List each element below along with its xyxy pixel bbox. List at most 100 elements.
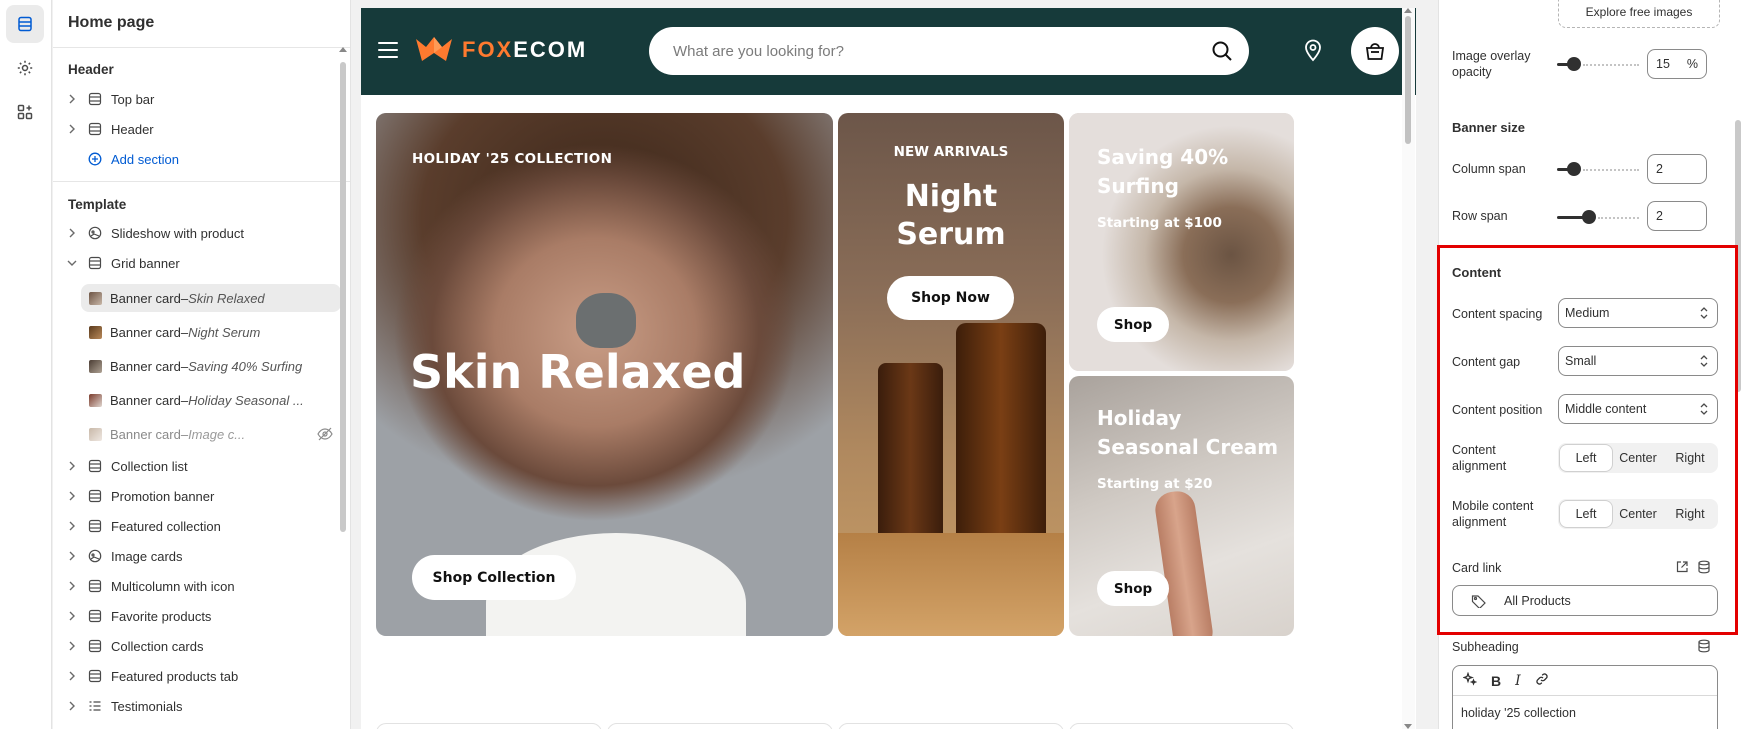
- chevron-right-icon[interactable]: [65, 459, 79, 473]
- banner-card-holiday-cream[interactable]: Holiday Seasonal Cream Starting at $20 S…: [1069, 376, 1294, 636]
- sidebar-item-collection-list[interactable]: Collection list: [65, 452, 330, 480]
- sidebar-item-featured-products-tab[interactable]: Featured products tab: [65, 662, 330, 690]
- align-right-option[interactable]: Right: [1664, 501, 1716, 527]
- shop-button[interactable]: Shop: [1097, 307, 1169, 342]
- sidebar-item-collection-cards[interactable]: Collection cards: [65, 632, 330, 660]
- preview-scroll-thumb[interactable]: [1405, 16, 1411, 144]
- sidebar-item-favorite-products[interactable]: Favorite products: [65, 602, 330, 630]
- chevron-right-icon[interactable]: [65, 579, 79, 593]
- dynamic-source-icon[interactable]: [1697, 560, 1711, 577]
- settings-panel: Explore free images Image overlay opacit…: [1438, 0, 1743, 729]
- align-left-option[interactable]: Left: [1560, 445, 1612, 471]
- sidebar-scrollbar[interactable]: [336, 47, 350, 727]
- store-logo[interactable]: FOXECOM: [414, 35, 587, 65]
- overlay-label: Image overlay opacity: [1452, 48, 1531, 80]
- scroll-up-arrow[interactable]: [1404, 8, 1412, 13]
- chevron-right-icon[interactable]: [65, 226, 79, 240]
- card-title-line-1: Night: [904, 179, 998, 214]
- overlay-opacity-input[interactable]: 15 %: [1647, 49, 1707, 79]
- shop-collection-button[interactable]: Shop Collection: [412, 555, 576, 600]
- apps-icon[interactable]: [6, 93, 44, 131]
- content-gap-select[interactable]: Small: [1558, 346, 1718, 376]
- chevron-right-icon[interactable]: [65, 699, 79, 713]
- content-alignment-toggle[interactable]: Left Center Right: [1558, 443, 1718, 473]
- slider-knob[interactable]: [1582, 210, 1596, 224]
- menu-icon[interactable]: [378, 42, 398, 58]
- sidebar-item-top-bar[interactable]: Top bar: [65, 85, 330, 113]
- align-center-option[interactable]: Center: [1612, 501, 1664, 527]
- slider-knob[interactable]: [1567, 57, 1581, 71]
- content-position-select[interactable]: Middle content: [1558, 394, 1718, 424]
- chevron-right-icon[interactable]: [65, 92, 79, 106]
- row-span-slider[interactable]: [1557, 210, 1639, 224]
- shop-now-button[interactable]: Shop Now: [887, 276, 1014, 320]
- slider-knob[interactable]: [1567, 162, 1581, 176]
- sidebar-item-banner-saving-surfing[interactable]: Banner card – Saving 40% Surfing: [81, 352, 341, 380]
- sidebar-item-label: Grid banner: [111, 255, 180, 271]
- sidebar-item-header[interactable]: Header: [65, 115, 330, 143]
- chevron-right-icon[interactable]: [65, 549, 79, 563]
- link-icon[interactable]: [1535, 672, 1549, 689]
- sidebar-item-grid-banner[interactable]: Grid banner: [65, 249, 330, 277]
- sidebar-item-promotion-banner[interactable]: Promotion banner: [65, 482, 330, 510]
- column-span-slider[interactable]: [1557, 162, 1639, 176]
- add-section-button[interactable]: Add section: [65, 145, 330, 173]
- card-title-line-2: Seasonal Cream: [1097, 435, 1279, 459]
- overlay-opacity-slider[interactable]: [1557, 57, 1639, 71]
- editor-content[interactable]: holiday '25 collection: [1453, 696, 1717, 729]
- shop-button[interactable]: Shop: [1097, 571, 1169, 606]
- align-right-option[interactable]: Right: [1664, 445, 1716, 471]
- sidebar-scroll-thumb[interactable]: [340, 62, 346, 532]
- cart-button[interactable]: [1351, 27, 1399, 75]
- sidebar-item-banner-image-card[interactable]: Banner card – Image c...: [81, 420, 341, 448]
- content-spacing-select[interactable]: Medium: [1558, 298, 1718, 328]
- sidebar-item-multicolumn[interactable]: Multicolumn with icon: [65, 572, 330, 600]
- subheading-editor[interactable]: B I holiday '25 collection: [1452, 665, 1718, 729]
- sidebar-item-banner-skin-relaxed[interactable]: Banner card – Skin Relaxed: [81, 284, 341, 312]
- slider-track: [1583, 169, 1639, 171]
- preview-scrollbar[interactable]: [1402, 8, 1415, 729]
- sidebar-item-featured-collection[interactable]: Featured collection: [65, 512, 330, 540]
- scroll-up-arrow[interactable]: [339, 47, 347, 52]
- settings-scroll-thumb[interactable]: [1735, 120, 1741, 392]
- sidebar-item-name: Night Serum: [188, 324, 261, 340]
- next-row-card: [376, 723, 602, 729]
- chevron-down-icon[interactable]: [65, 256, 79, 270]
- section-sidebar: Home page Header Top bar Header Add sect…: [53, 0, 351, 729]
- card-subtitle: Starting at $100: [1097, 215, 1222, 231]
- italic-icon[interactable]: I: [1515, 673, 1521, 689]
- eye-hidden-icon[interactable]: [317, 427, 333, 444]
- column-span-input[interactable]: 2: [1647, 154, 1707, 184]
- explore-free-images-button[interactable]: Explore free images: [1558, 0, 1720, 28]
- chevron-right-icon[interactable]: [65, 489, 79, 503]
- chevron-right-icon[interactable]: [65, 122, 79, 136]
- banner-card-night-serum[interactable]: NEW ARRIVALS Night Serum Shop Now: [838, 113, 1064, 636]
- search-icon[interactable]: [1211, 40, 1233, 65]
- location-pin-icon[interactable]: [1303, 38, 1323, 65]
- scroll-down-arrow[interactable]: [1404, 724, 1412, 729]
- card-link-input[interactable]: All Products: [1452, 585, 1718, 616]
- sidebar-item-slideshow[interactable]: Slideshow with product: [65, 219, 330, 247]
- chevron-right-icon[interactable]: [65, 519, 79, 533]
- sidebar-item-image-cards[interactable]: Image cards: [65, 542, 330, 570]
- search-input[interactable]: What are you looking for?: [649, 27, 1249, 75]
- chevron-right-icon[interactable]: [65, 639, 79, 653]
- dynamic-source-icon[interactable]: [1697, 639, 1711, 656]
- banner-card-skin-relaxed[interactable]: HOLIDAY '25 COLLECTION Skin Relaxed Shop…: [376, 113, 833, 636]
- mobile-alignment-toggle[interactable]: Left Center Right: [1558, 499, 1718, 529]
- ai-sparkle-icon[interactable]: [1462, 671, 1478, 689]
- bold-icon[interactable]: B: [1491, 673, 1501, 689]
- sections-icon[interactable]: [6, 5, 44, 43]
- sidebar-item-banner-holiday-cream[interactable]: Banner card – Holiday Seasonal ...: [81, 386, 341, 414]
- gear-icon[interactable]: [6, 49, 44, 87]
- align-center-option[interactable]: Center: [1612, 445, 1664, 471]
- banner-card-saving-surfing[interactable]: Saving 40% Surfing Starting at $100 Shop: [1069, 113, 1294, 371]
- chevron-right-icon[interactable]: [65, 669, 79, 683]
- sidebar-item-banner-night-serum[interactable]: Banner card – Night Serum: [81, 318, 341, 346]
- sidebar-item-testimonials[interactable]: Testimonials: [65, 692, 330, 720]
- row-span-input[interactable]: 2: [1647, 201, 1707, 231]
- align-left-option[interactable]: Left: [1560, 501, 1612, 527]
- external-link-icon[interactable]: [1675, 560, 1689, 577]
- card-title-line-1: Holiday: [1097, 406, 1182, 430]
- chevron-right-icon[interactable]: [65, 609, 79, 623]
